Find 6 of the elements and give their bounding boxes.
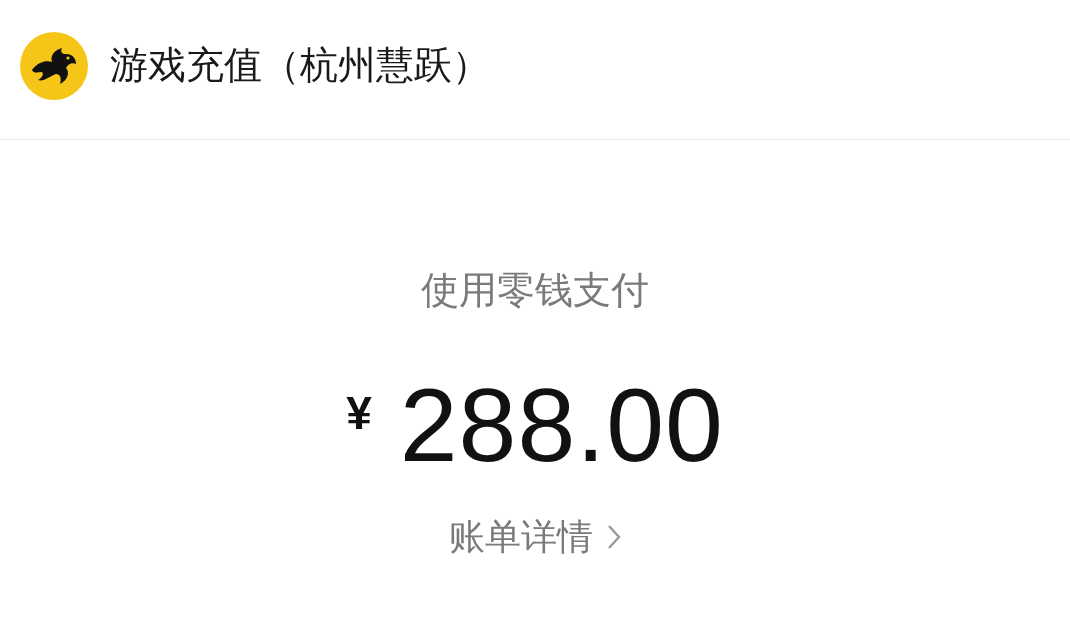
currency-symbol: ¥ (346, 386, 372, 440)
bill-details-link[interactable]: 账单详情 (449, 512, 621, 562)
payment-method-label: 使用零钱支付 (421, 268, 649, 313)
merchant-title: 游戏充值（杭州慧跃） (110, 43, 490, 88)
chevron-right-icon (607, 524, 621, 550)
payment-amount: 288.00 (399, 370, 724, 480)
